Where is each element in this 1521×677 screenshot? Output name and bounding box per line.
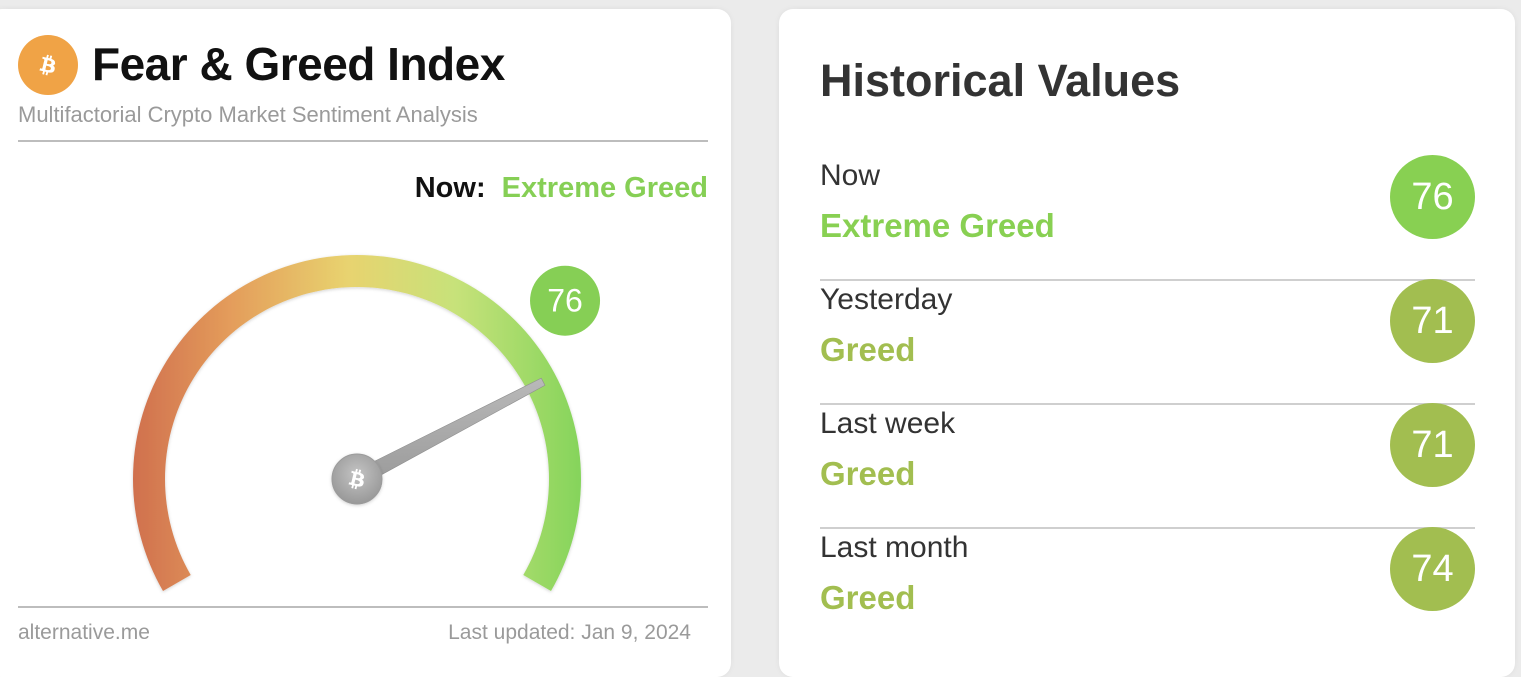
history-row-last-month: Last month Greed 74 [820, 527, 1475, 651]
footer-divider [18, 606, 708, 608]
sentiment-gauge: 76 [133, 255, 601, 592]
history-row-now: Now Extreme Greed 76 [820, 155, 1475, 281]
fear-greed-card: Fear & Greed Index Multifactorial Crypto… [0, 9, 731, 677]
history-row-last-week: Last week Greed 71 [820, 403, 1475, 529]
gauge-needle [352, 377, 546, 487]
history-value-badge: 74 [1390, 527, 1475, 611]
gauge-arc [133, 255, 581, 592]
history-classification: Greed [820, 331, 916, 368]
history-label: Last month [820, 531, 969, 564]
history-classification: Extreme Greed [820, 207, 1055, 244]
history-row-yesterday: Yesterday Greed 71 [820, 279, 1475, 405]
history-classification: Greed [820, 455, 916, 492]
history-value-badge: 76 [1390, 155, 1475, 239]
history-label: Now [820, 159, 881, 192]
historical-title: Historical Values [820, 55, 1181, 106]
history-label: Last week [820, 407, 956, 440]
historical-values-card: Historical Values Now Extreme Greed 76 Y… [779, 9, 1515, 677]
gauge-value-badge: 76 [530, 265, 601, 336]
gauge-value-label: 76 [547, 283, 583, 319]
history-value-badge: 71 [1390, 279, 1475, 363]
last-updated: Last updated: Jan 9, 2024 [448, 621, 691, 644]
history-value-badge: 71 [1390, 403, 1475, 487]
history-classification: Greed [820, 579, 916, 616]
history-label: Yesterday [820, 283, 953, 316]
source-link[interactable]: alternative.me [18, 621, 150, 645]
gauge-pivot [331, 453, 383, 505]
